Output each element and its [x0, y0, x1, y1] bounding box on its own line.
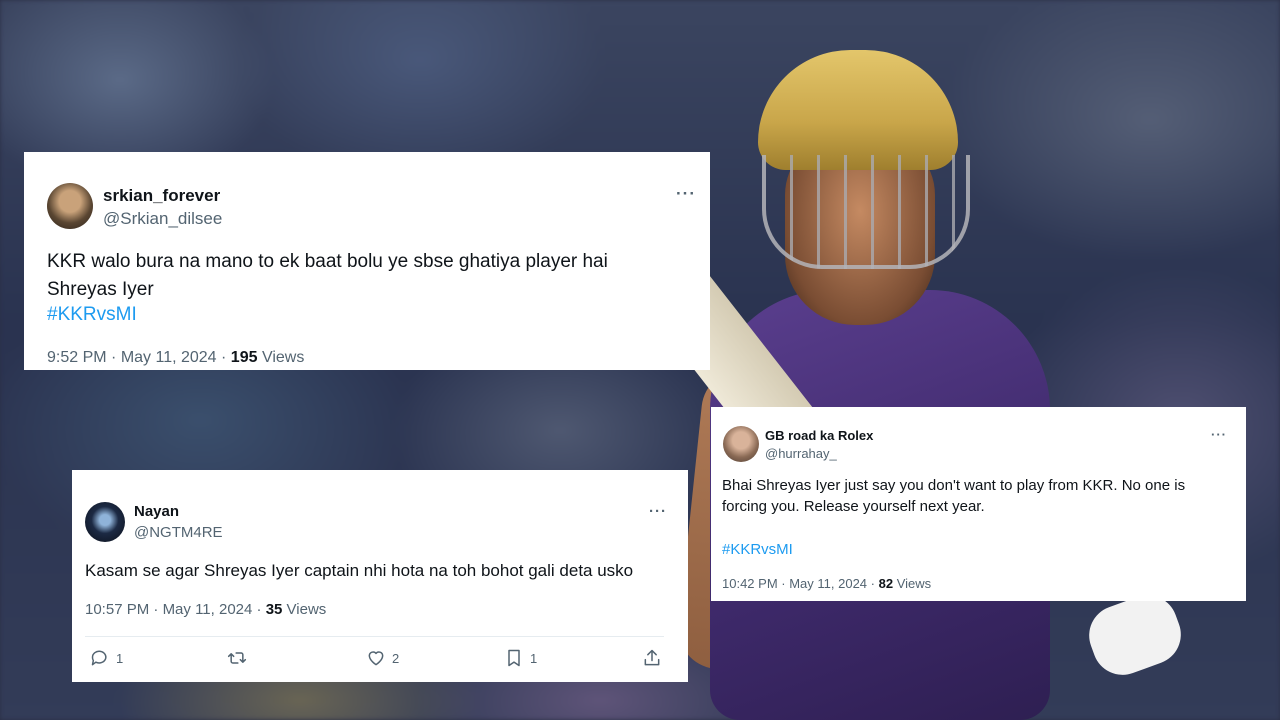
like-count: 2: [392, 650, 400, 666]
reply-icon: [91, 650, 107, 666]
views-label: Views: [261, 349, 305, 366]
repost-icon: [227, 652, 247, 664]
player-photo: [630, 40, 1190, 720]
tweet-meta: 10:42 PM · May 11, 2024 · 82 Views: [722, 576, 931, 591]
action-bar: 1 2 1: [85, 648, 662, 674]
views-label: Views: [286, 601, 327, 618]
meta-separator: ·: [252, 601, 266, 618]
reply-button[interactable]: 1: [90, 648, 123, 668]
share-button[interactable]: [642, 648, 662, 668]
tweet-date[interactable]: May 11, 2024: [121, 349, 217, 366]
avatar[interactable]: [47, 183, 93, 229]
view-count: 195: [230, 349, 258, 366]
like-icon: [368, 651, 384, 666]
more-icon[interactable]: ···: [649, 503, 667, 520]
views-label: Views: [896, 576, 932, 591]
bookmark-button[interactable]: 1: [504, 648, 537, 668]
user-handle[interactable]: @hurrahay_: [765, 446, 837, 461]
display-name[interactable]: srkian_forever: [103, 186, 220, 206]
view-count: 35: [265, 601, 283, 618]
tweet-text: Kasam se agar Shreyas Iyer captain nhi h…: [85, 561, 634, 580]
more-icon[interactable]: ···: [676, 184, 696, 204]
repost-button[interactable]: [227, 648, 253, 668]
meta-separator: ·: [149, 601, 163, 618]
more-icon[interactable]: ···: [1211, 427, 1227, 442]
tweet-time[interactable]: 10:42 PM: [722, 576, 778, 591]
hashtag-link[interactable]: #KKRvsMI: [47, 304, 137, 326]
meta-separator: ·: [106, 349, 121, 366]
tweet-card-2[interactable]: Nayan @NGTM4RE ··· Kasam se agar Shreyas…: [72, 470, 688, 682]
avatar[interactable]: [85, 502, 125, 542]
tweet-text: Bhai Shreyas Iyer just say you don't wan…: [722, 477, 1186, 515]
tweet-date[interactable]: May 11, 2024: [163, 601, 253, 618]
helmet-grill: [762, 155, 970, 269]
view-count: 82: [878, 576, 894, 591]
tweet-meta: 10:57 PM · May 11, 2024 · 35 Views: [85, 601, 326, 618]
display-name[interactable]: GB road ka Rolex: [765, 428, 873, 443]
bookmark-icon: [508, 649, 520, 667]
display-name[interactable]: Nayan: [134, 503, 179, 520]
player-helmet: [758, 50, 958, 170]
avatar[interactable]: [723, 426, 759, 462]
meta-separator: ·: [777, 576, 790, 591]
like-button[interactable]: 2: [366, 648, 399, 668]
tweet-card-1[interactable]: srkian_forever @Srkian_dilsee ··· KKR wa…: [24, 152, 710, 370]
tweet-date[interactable]: May 11, 2024: [789, 576, 867, 591]
tweet-time[interactable]: 10:57 PM: [85, 601, 149, 618]
bookmark-count: 1: [530, 650, 538, 666]
tweet-text: KKR walo bura na mano to ek baat bolu ye…: [47, 251, 608, 300]
tweet-card-3[interactable]: GB road ka Rolex @hurrahay_ ··· Bhai Shr…: [711, 407, 1246, 601]
divider: [85, 636, 664, 637]
user-handle[interactable]: @NGTM4RE: [134, 524, 223, 541]
tweet-meta: 9:52 PM · May 11, 2024 · 195 Views: [47, 349, 304, 367]
user-handle[interactable]: @Srkian_dilsee: [103, 209, 222, 229]
meta-separator: ·: [216, 349, 231, 366]
tweet-time[interactable]: 9:52 PM: [47, 349, 107, 366]
reply-count: 1: [116, 650, 124, 666]
hashtag-link[interactable]: #KKRvsMI: [722, 541, 793, 558]
share-icon: [644, 649, 660, 666]
meta-separator: ·: [867, 576, 879, 591]
